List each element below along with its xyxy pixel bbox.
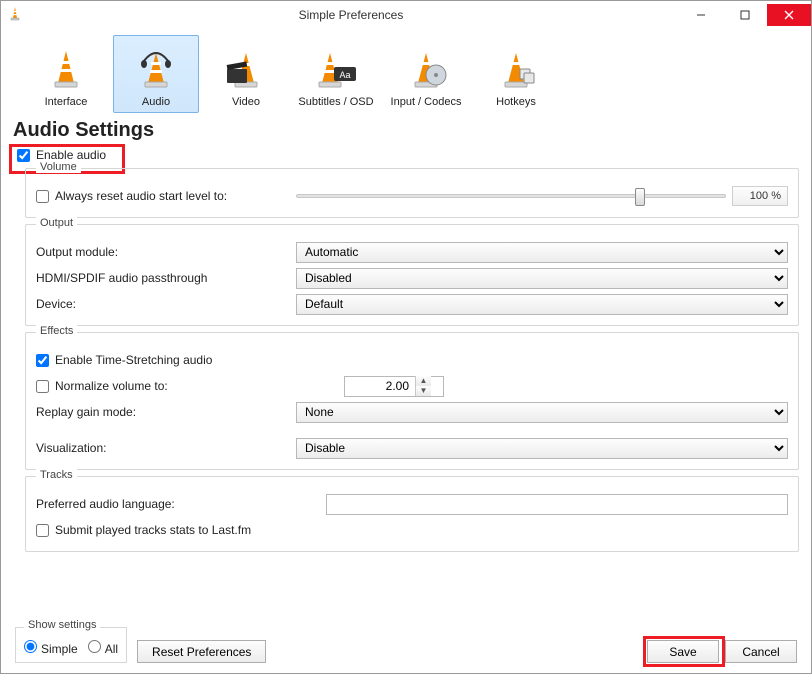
minimize-button[interactable] (679, 4, 723, 26)
always-reset-label: Always reset audio start level to: (55, 189, 227, 203)
preferred-lang-label: Preferred audio language: (36, 497, 326, 511)
normalize-value[interactable] (345, 378, 415, 394)
group-tracks: Tracks Preferred audio language: Submit … (25, 476, 799, 552)
cone-subtitle-icon: Aa (312, 47, 360, 94)
output-module-select[interactable]: Automatic (296, 242, 788, 263)
always-reset-input[interactable] (36, 190, 49, 203)
category-label-audio: Audio (142, 96, 170, 108)
window-title: Simple Preferences (23, 8, 679, 22)
show-settings-legend: Show settings (24, 619, 100, 631)
category-label-hotkeys: Hotkeys (496, 96, 536, 108)
legend-tracks: Tracks (36, 469, 77, 481)
legend-volume: Volume (36, 161, 81, 173)
lastfm-input[interactable] (36, 524, 49, 537)
category-label-video: Video (232, 96, 260, 108)
legend-effects: Effects (36, 325, 77, 337)
show-settings-group: Show settings Simple All (15, 627, 127, 663)
mode-all-input[interactable] (88, 640, 101, 653)
reset-preferences-button[interactable]: Reset Preferences (137, 640, 266, 663)
cone-keys-icon (494, 47, 538, 94)
spin-up-icon[interactable]: ▲ (416, 376, 431, 386)
group-output: Output Output module: Automatic HDMI/SPD… (25, 224, 799, 326)
timestretch-input[interactable] (36, 354, 49, 367)
save-button[interactable]: Save (647, 640, 719, 663)
output-module-label: Output module: (36, 245, 296, 259)
svg-text:Aa: Aa (339, 70, 350, 80)
preferred-lang-input[interactable] (326, 494, 788, 515)
passthrough-select[interactable]: Disabled (296, 268, 788, 289)
cone-disc-icon (404, 47, 448, 94)
replaygain-label: Replay gain mode: (36, 405, 296, 419)
cone-headphones-icon (134, 47, 178, 94)
category-subtitles[interactable]: Aa Subtitles / OSD (293, 35, 379, 113)
always-reset-checkbox[interactable]: Always reset audio start level to: (36, 189, 296, 203)
titlebar: Simple Preferences (1, 1, 811, 29)
normalize-input[interactable] (36, 380, 49, 393)
maximize-button[interactable] (723, 4, 767, 26)
category-toolbar: Interface Audio (13, 33, 799, 117)
group-effects: Effects Enable Time-Stretching audio Nor… (25, 332, 799, 470)
visualization-label: Visualization: (36, 441, 296, 455)
enable-audio-checkbox[interactable]: Enable audio (17, 148, 799, 162)
normalize-label: Normalize volume to: (55, 379, 168, 393)
lastfm-checkbox[interactable]: Submit played tracks stats to Last.fm (36, 523, 251, 537)
mode-simple-input[interactable] (24, 640, 37, 653)
category-audio[interactable]: Audio (113, 35, 199, 113)
category-input[interactable]: Input / Codecs (383, 35, 469, 113)
timestretch-checkbox[interactable]: Enable Time-Stretching audio (36, 353, 212, 367)
mode-all-radio[interactable]: All (88, 640, 118, 656)
enable-audio-label: Enable audio (36, 148, 106, 162)
visualization-select[interactable]: Disable (296, 438, 788, 459)
legend-output: Output (36, 217, 77, 229)
device-label: Device: (36, 297, 296, 311)
page-title: Audio Settings (13, 119, 799, 142)
app-icon (7, 6, 23, 25)
category-label-interface: Interface (45, 96, 88, 108)
category-video[interactable]: Video (203, 35, 289, 113)
volume-slider[interactable] (296, 186, 726, 206)
normalize-spin[interactable]: ▲▼ (344, 376, 444, 397)
category-label-input: Input / Codecs (391, 96, 462, 108)
cancel-button[interactable]: Cancel (725, 640, 797, 663)
spin-down-icon[interactable]: ▼ (416, 386, 431, 396)
category-label-subtitles: Subtitles / OSD (298, 96, 373, 108)
category-interface[interactable]: Interface (23, 35, 109, 113)
enable-audio-input[interactable] (17, 149, 30, 162)
footer: Show settings Simple All Reset Preferenc… (1, 613, 811, 673)
volume-value: 100 % (732, 186, 788, 206)
cone-icon (44, 47, 88, 94)
mode-simple-radio[interactable]: Simple (24, 640, 78, 656)
replaygain-select[interactable]: None (296, 402, 788, 423)
cone-clapper-icon (224, 47, 268, 94)
timestretch-label: Enable Time-Stretching audio (55, 353, 212, 367)
group-volume: Volume Always reset audio start level to… (25, 168, 799, 218)
normalize-checkbox[interactable]: Normalize volume to: (36, 379, 296, 393)
close-button[interactable] (767, 4, 811, 26)
category-hotkeys[interactable]: Hotkeys (473, 35, 559, 113)
device-select[interactable]: Default (296, 294, 788, 315)
passthrough-label: HDMI/SPDIF audio passthrough (36, 271, 296, 285)
lastfm-label: Submit played tracks stats to Last.fm (55, 523, 251, 537)
